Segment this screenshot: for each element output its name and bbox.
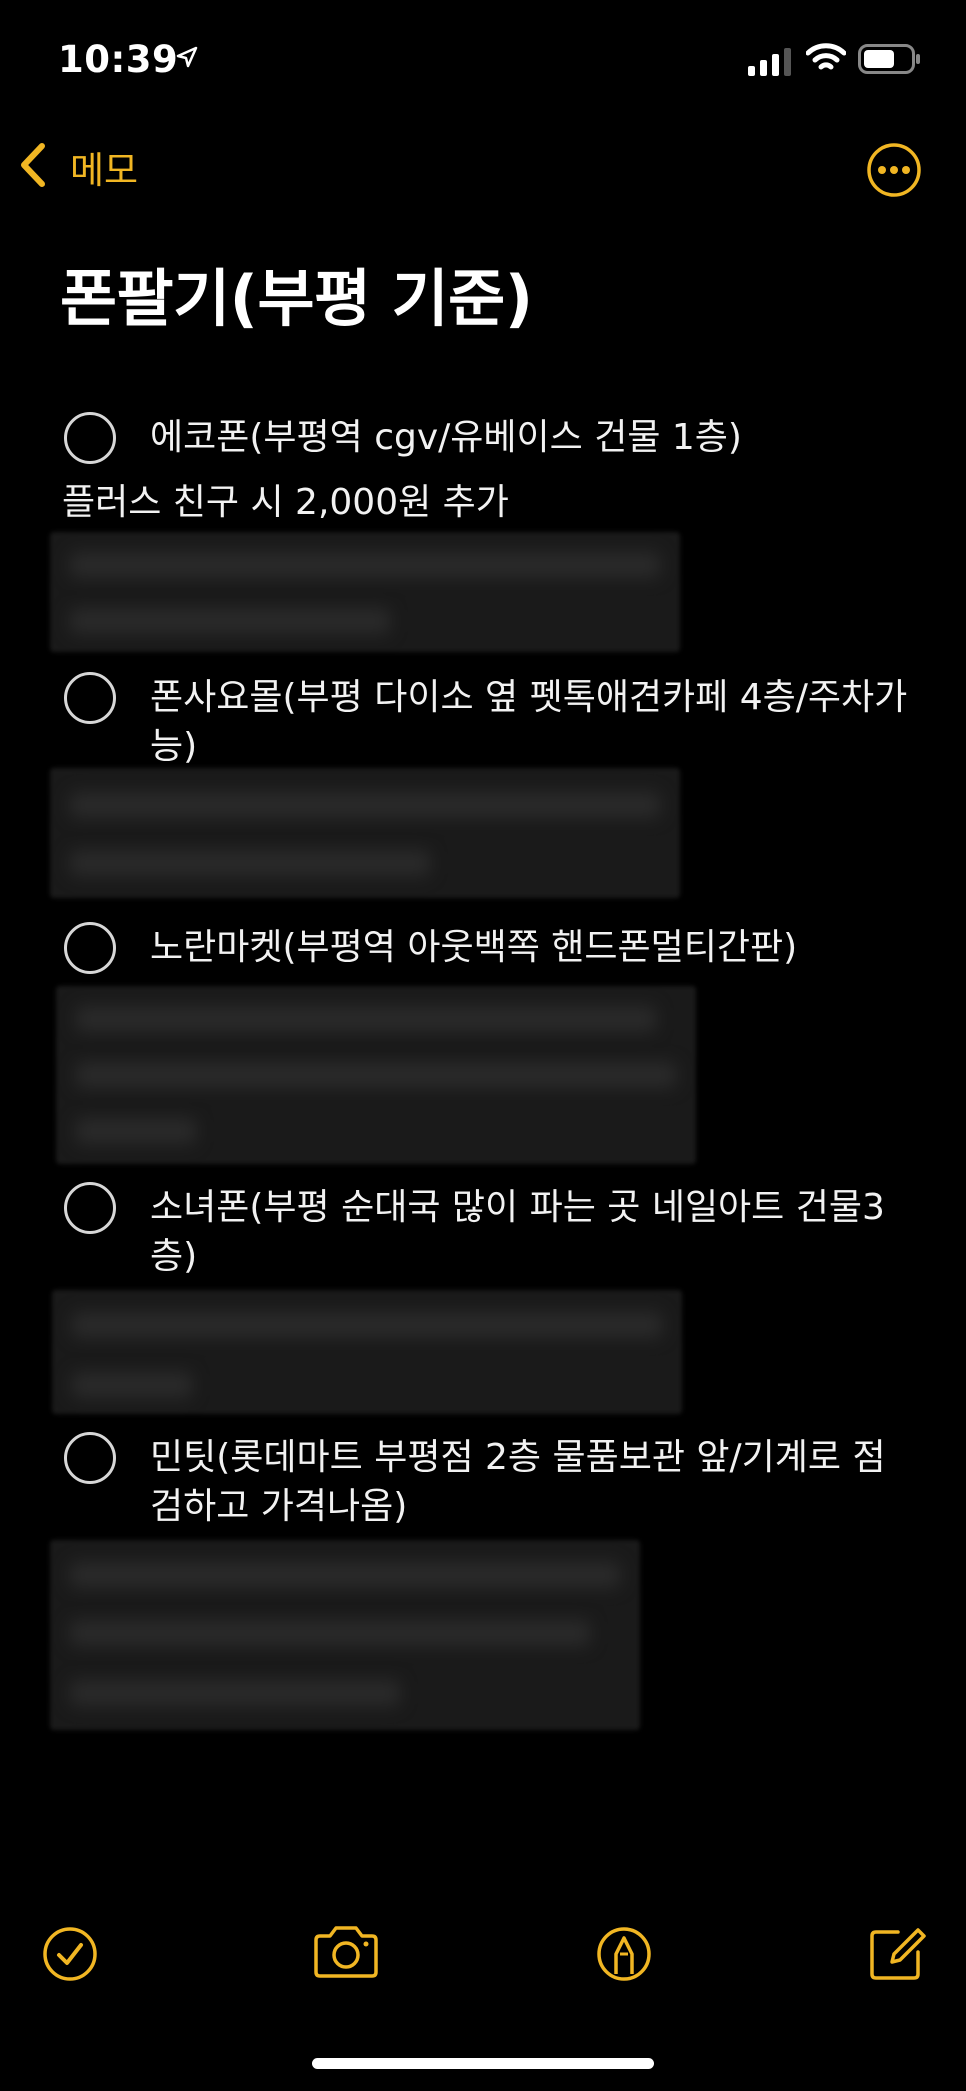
checklist-item[interactable]: 소녀폰(부평 순대국 많이 파는 곳 네일아트 건물3층) <box>150 1183 910 1281</box>
more-options-button[interactable] <box>866 142 922 198</box>
checklist-circle[interactable] <box>64 922 116 974</box>
checklist-item[interactable]: 민팃(롯데마트 부평점 2층 물품보관 앞/기계로 점검하고 가격나옴) <box>150 1433 910 1531</box>
blurred-content <box>50 1540 640 1730</box>
home-indicator <box>312 2058 654 2069</box>
camera-icon <box>314 1926 378 1978</box>
note-text-line[interactable]: 플러스 친구 시 2,000원 추가 <box>62 478 509 527</box>
chevron-left-icon <box>18 142 48 192</box>
blurred-content <box>52 1290 682 1414</box>
status-time: 10:39 <box>58 38 179 81</box>
checklist-circle[interactable] <box>64 1432 116 1484</box>
wifi-icon <box>805 42 847 78</box>
note-title[interactable]: 폰팔기(부평 기준) <box>60 248 533 338</box>
blurred-content <box>50 532 680 652</box>
compose-button[interactable] <box>866 1922 928 1988</box>
location-arrow-icon <box>176 46 198 72</box>
checklist-circle[interactable] <box>64 672 116 724</box>
back-button[interactable]: 메모 <box>18 140 138 194</box>
markup-pen-icon <box>597 1927 651 1981</box>
checklist-item[interactable]: 폰사요몰(부평 다이소 옆 펫톡애견카페 4층/주차가능) <box>150 673 910 771</box>
checklist-item[interactable]: 노란마켓(부평역 아웃백쪽 핸드폰멀티간판) <box>150 923 910 972</box>
blurred-content <box>56 986 696 1164</box>
back-label: 메모 <box>70 149 139 192</box>
cellular-signal-icon <box>748 46 791 76</box>
checklist-icon <box>43 1927 97 1981</box>
checklist-circle[interactable] <box>64 1182 116 1234</box>
checklist-item[interactable]: 에코폰(부평역 cgv/유베이스 건물 1층) <box>150 413 910 462</box>
checklist-circle[interactable] <box>64 412 116 464</box>
battery-icon <box>858 44 922 78</box>
blurred-content <box>50 768 680 898</box>
checklist-button[interactable] <box>40 1924 100 1988</box>
markup-button[interactable] <box>594 1924 654 1988</box>
compose-icon <box>870 1928 926 1980</box>
camera-button[interactable] <box>312 1924 380 1984</box>
ellipsis-circle-icon <box>867 143 921 197</box>
